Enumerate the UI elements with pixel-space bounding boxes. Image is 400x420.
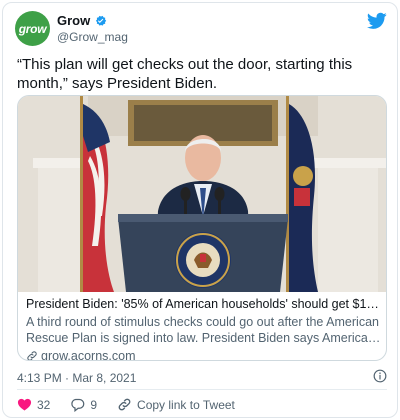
link-card-description: A third round of stimulus checks could g…: [26, 315, 382, 345]
verified-badge-icon: [96, 15, 107, 26]
tweet-timestamp[interactable]: 4:13 PM · Mar 8, 2021: [17, 371, 136, 385]
avatar-logo-text: grow: [18, 21, 47, 36]
link-card-domain-row[interactable]: grow.acorns.com: [26, 349, 382, 360]
reply-button[interactable]: 9: [70, 397, 97, 412]
card-photo-illustration: [18, 96, 386, 292]
link-card-title[interactable]: President Biden: '85% of American househ…: [26, 296, 382, 313]
tweet-text: “This plan will get checks out the door,…: [17, 56, 353, 92]
twitter-bird-icon[interactable]: [367, 12, 387, 30]
display-name[interactable]: Grow: [57, 13, 90, 28]
link-icon: [27, 351, 37, 360]
like-button[interactable]: 32: [17, 397, 50, 412]
link-icon: [118, 398, 131, 411]
user-handle[interactable]: @Grow_mag: [57, 30, 128, 44]
copy-link-label: Copy link to Tweet: [137, 397, 235, 412]
tweet-card[interactable]: grow Grow @Grow_mag “This plan will get …: [2, 2, 398, 418]
tweet-actions: 32 9 Copy link to Tweet: [17, 397, 255, 412]
reply-bubble-icon: [71, 398, 85, 412]
link-card-meta[interactable]: President Biden: '85% of American househ…: [26, 296, 382, 360]
timestamp-row: 4:13 PM · Mar 8, 2021: [17, 369, 387, 385]
display-name-row[interactable]: Grow: [57, 13, 107, 28]
avatar[interactable]: grow: [15, 11, 50, 46]
heart-icon: [17, 398, 32, 411]
reply-count: 9: [90, 397, 98, 412]
news-photo-podium-icon[interactable]: [18, 96, 386, 292]
divider: [17, 389, 387, 390]
info-icon[interactable]: [373, 369, 387, 383]
link-preview-card[interactable]: President Biden: '85% of American househ…: [17, 95, 387, 361]
like-count: 32: [37, 397, 51, 412]
link-card-domain[interactable]: grow.acorns.com: [41, 349, 135, 360]
copy-link-button[interactable]: Copy link to Tweet: [117, 397, 235, 412]
